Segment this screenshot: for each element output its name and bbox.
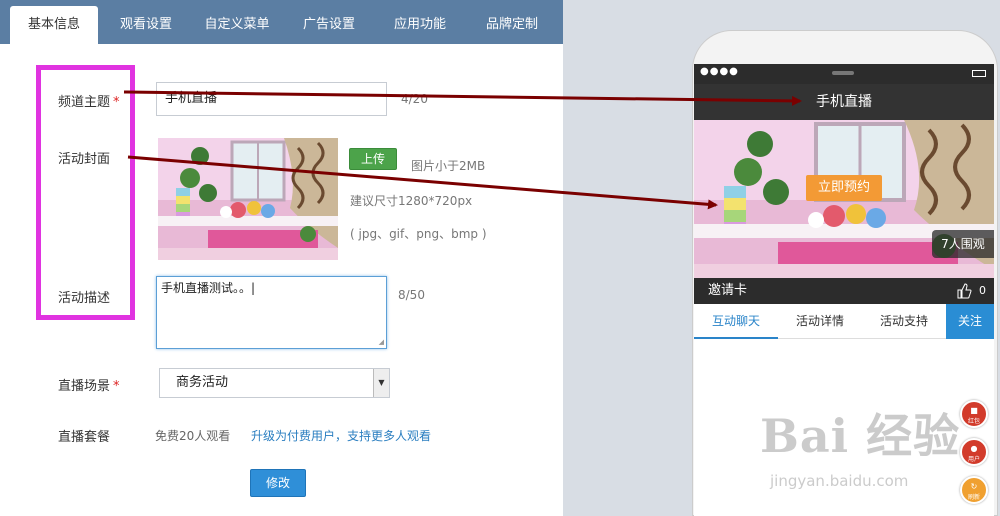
modify-button[interactable]: 修改 [250, 469, 306, 497]
phone-status-bar: ●●●● [694, 64, 994, 84]
description-textarea[interactable]: 手机直播测试。。| ◢ [156, 276, 387, 349]
package-value: 免费20人观看 [155, 429, 231, 443]
invite-card-bar[interactable]: 邀请卡 0 [694, 278, 994, 304]
package-label: 直播套餐 [58, 430, 111, 445]
speaker-notch [832, 71, 854, 75]
tab-interactive-chat[interactable]: 互动聊天 [694, 304, 778, 339]
channel-title-counter: 4/20 [401, 92, 428, 106]
hint-dimensions: 建议尺寸1280*720px [350, 194, 473, 208]
description-text: 手机直播测试。。| [161, 281, 256, 295]
phone-title: 手机直播 [694, 84, 994, 120]
like-count: 0 [979, 284, 986, 297]
signal-dots-icon: ●●●● [700, 66, 739, 77]
red-packet-icon: ■ [970, 406, 978, 415]
cover-photo-graphic [158, 138, 338, 260]
red-packet-label: 红包 [967, 418, 980, 425]
tab-custom-menu[interactable]: 自定义菜单 [192, 6, 282, 44]
hint-size: 图片小于2MB [411, 159, 486, 173]
user-label: 用户 [967, 456, 980, 463]
phone-tab-bar: 互动聊天 活动详情 活动支持 关注 [694, 304, 994, 339]
scene-select[interactable]: 商务活动 ▼ [159, 368, 390, 398]
scene-select-value: 商务活动 [176, 375, 229, 390]
refresh-label: 刷新 [967, 494, 980, 501]
watermark-url: jingyan.baidu.com [770, 472, 909, 490]
cover-image [158, 138, 338, 260]
invite-card-label: 邀请卡 [708, 283, 748, 298]
follow-button[interactable]: 关注 [946, 304, 994, 339]
resize-grip-icon[interactable]: ◢ [379, 338, 384, 346]
tab-ad-settings[interactable]: 广告设置 [290, 6, 368, 44]
tab-event-details[interactable]: 活动详情 [778, 304, 862, 339]
tab-app-features[interactable]: 应用功能 [380, 6, 460, 44]
required-mark: * [113, 379, 120, 394]
reserve-button[interactable]: 立即预约 [806, 175, 882, 201]
settings-panel: 基本信息 观看设置 自定义菜单 广告设置 应用功能 品牌定制 频道主题 * 手机直… [0, 0, 563, 516]
screenshot-root: 基本信息 观看设置 自定义菜单 广告设置 应用功能 品牌定制 频道主题 * 手机直… [0, 0, 1000, 516]
upgrade-link[interactable]: 升级为付费用户，支持更多人观看 [251, 427, 431, 444]
highlight-annotation-box [36, 65, 135, 320]
viewer-count-badge: 7人围观 [932, 230, 994, 258]
settings-tab-bar: 基本信息 观看设置 自定义菜单 广告设置 应用功能 品牌定制 [0, 0, 563, 44]
dropdown-arrow-icon[interactable]: ▼ [373, 369, 389, 397]
tab-brand-customize[interactable]: 品牌定制 [472, 6, 552, 44]
watermark-logo: Bai 经验 [760, 409, 961, 463]
channel-title-input[interactable]: 手机直播 [156, 82, 387, 116]
thumbs-up-icon[interactable] [956, 283, 972, 299]
upload-button[interactable]: 上传 [349, 148, 397, 170]
tab-viewing-settings[interactable]: 观看设置 [106, 6, 186, 44]
refresh-button[interactable]: ↻ 刷新 [960, 476, 988, 504]
tab-event-support[interactable]: 活动支持 [862, 304, 946, 339]
battery-icon [972, 70, 986, 77]
tab-basic-info[interactable]: 基本信息 [10, 6, 98, 44]
scene-label: 直播场景 * [58, 375, 120, 394]
user-icon: ● [970, 444, 978, 453]
user-button[interactable]: ● 用户 [960, 438, 988, 466]
scene-label-text: 直播场景 [58, 379, 111, 394]
hint-formats: ( jpg、gif、png、bmp ) [350, 227, 487, 241]
red-packet-button[interactable]: ■ 红包 [960, 400, 988, 428]
description-counter: 8/50 [398, 288, 425, 302]
refresh-icon: ↻ [970, 482, 978, 491]
